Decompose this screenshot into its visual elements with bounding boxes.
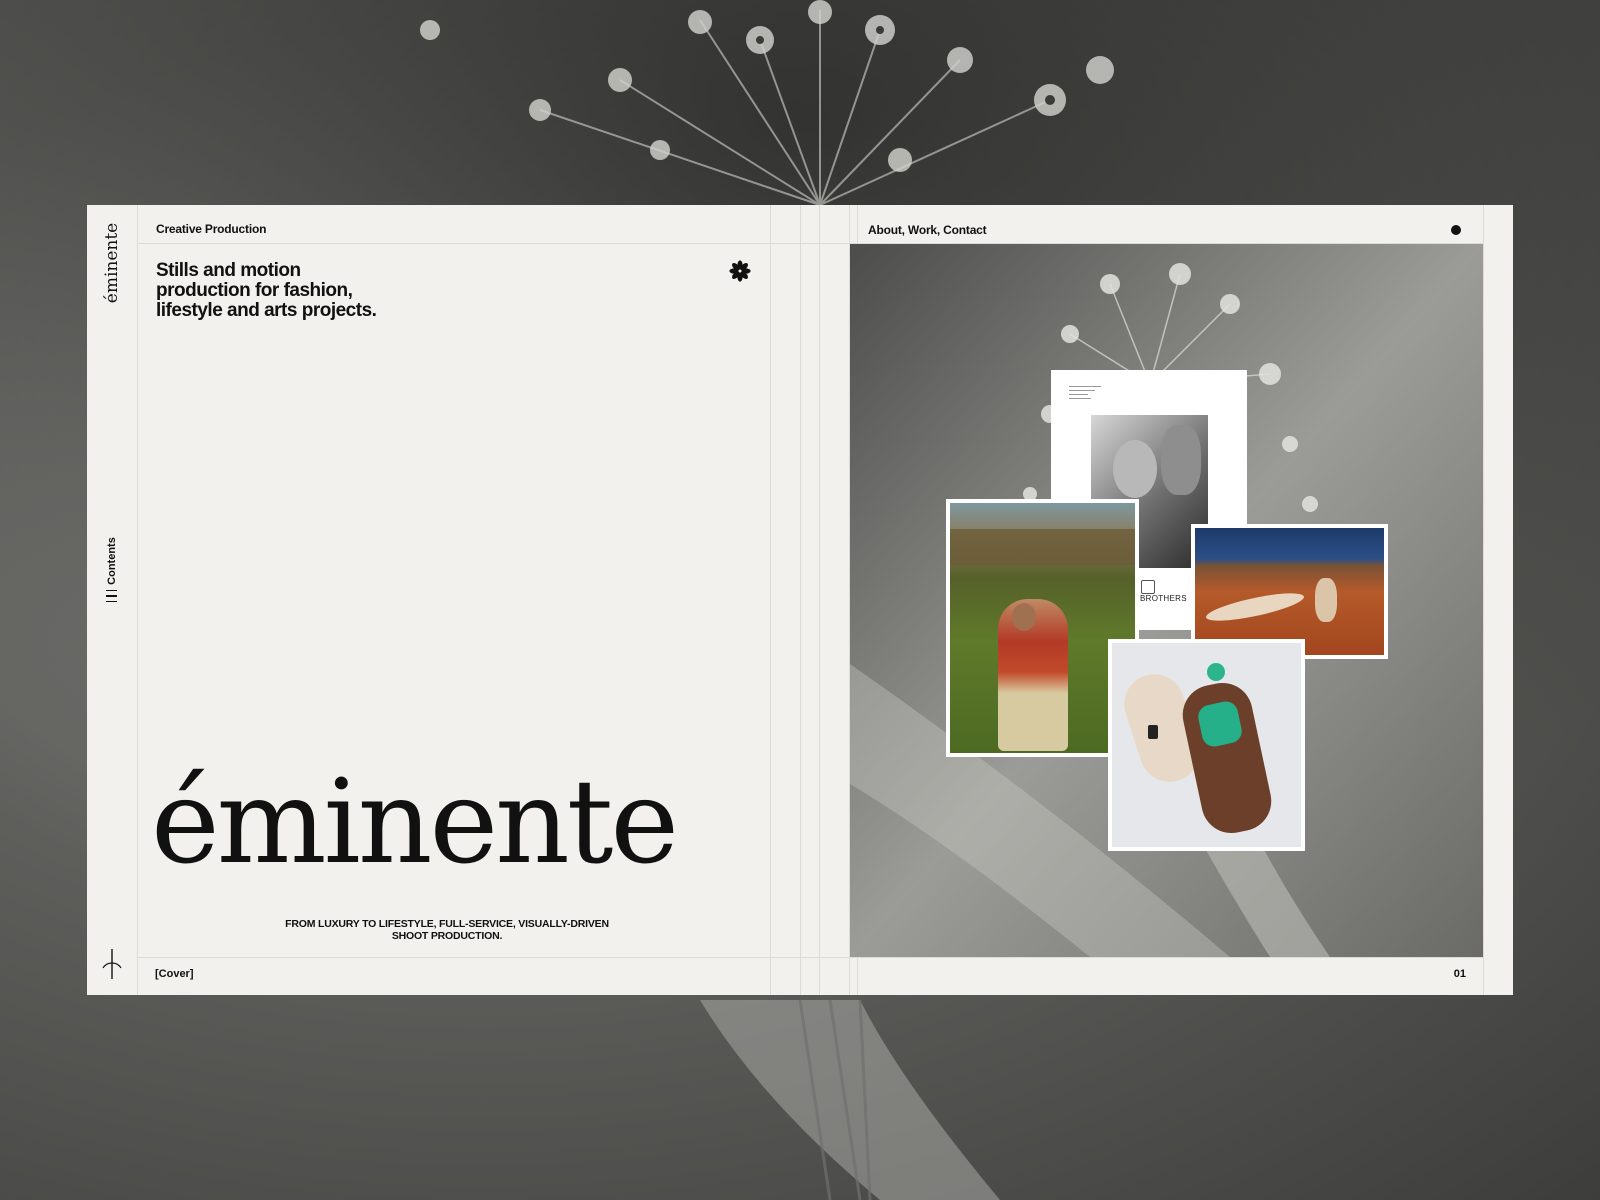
rail-logo[interactable]: éminente [102, 223, 122, 303]
subline: FROM LUXURY TO LIFESTYLE, FULL-SERVICE, … [285, 918, 609, 942]
card-fine-print [1069, 386, 1101, 408]
cover-footer: [Cover] [138, 957, 857, 996]
gutter-line [1483, 205, 1484, 995]
cover-page: éminente Contents Creative Production St… [87, 205, 858, 995]
cover-header: Creative Production [138, 205, 857, 244]
wordmark: éminente [151, 755, 679, 890]
nav-links[interactable]: About, Work, Contact [868, 223, 987, 237]
swimwear-photo[interactable] [1108, 639, 1305, 851]
asterisk-flower-icon [729, 260, 751, 282]
menu-lines-icon[interactable] [106, 590, 117, 606]
page-number: 01 [1453, 968, 1466, 980]
gutter-line [819, 205, 820, 995]
crest-icon [1141, 580, 1155, 594]
page-label: [Cover] [155, 968, 194, 980]
tagline: Stills and motion production for fashion… [156, 260, 377, 321]
column-divider [770, 205, 771, 995]
side-rail: éminente Contents [87, 205, 138, 995]
creative-production-label: Creative Production [156, 222, 267, 236]
contents-link[interactable]: Contents [106, 537, 118, 585]
nav-header: About, Work, Contact [850, 205, 1484, 244]
page-footer: 01 [850, 957, 1484, 996]
gutter-line [800, 205, 801, 995]
brothers-label: BROTHERS [1140, 594, 1187, 603]
dot-icon [1451, 225, 1461, 235]
hero-photo: BROTHERS [850, 244, 1483, 957]
magazine-spread: éminente Contents Creative Production St… [87, 205, 1513, 995]
sprig-icon [102, 949, 122, 979]
